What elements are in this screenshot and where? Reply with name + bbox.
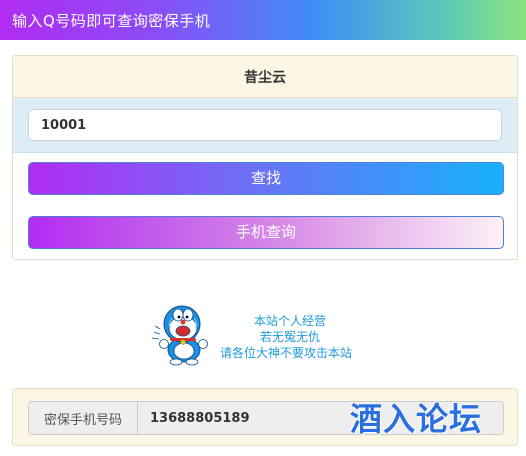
notice-line-3: 请各位大神不要攻击本站 [220, 346, 353, 360]
page-title: 输入Q号码即可查询密保手机 [12, 12, 211, 30]
input-row [13, 98, 517, 153]
forum-watermark-logo: 酒入论坛 [350, 400, 483, 438]
query-panel: 昔尘云 查找 手机查询 [12, 55, 518, 260]
result-label: 密保手机号码 [28, 401, 138, 435]
doraemon-mascot-icon [151, 305, 208, 366]
top-bar: 输入Q号码即可查询密保手机 [0, 0, 526, 40]
notice-line-2: 若无冤无仇 [260, 330, 321, 344]
notice-area: 本站个人经营 若无冤无仇 请各位大神不要攻击本站 [150, 302, 380, 367]
search-button[interactable]: 查找 [28, 162, 504, 195]
notice-line-1: 本站个人经营 [254, 314, 327, 328]
phone-query-button[interactable]: 手机查询 [28, 216, 504, 249]
panel-title: 昔尘云 [13, 56, 517, 98]
qq-number-input[interactable] [28, 109, 502, 141]
